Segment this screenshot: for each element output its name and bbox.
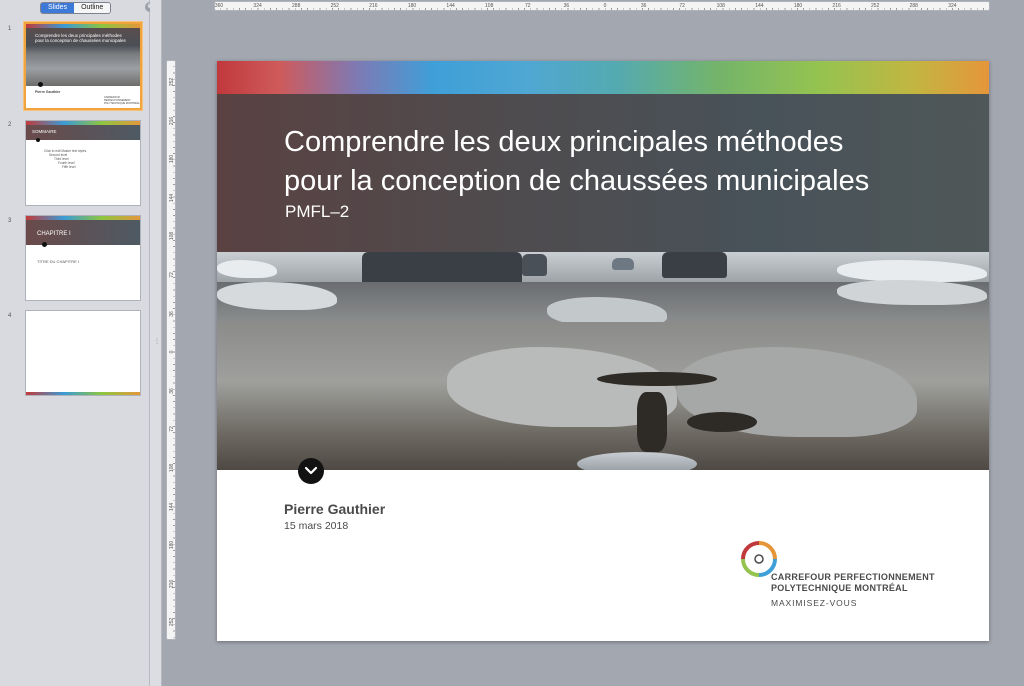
thumbnail-number: 2 (8, 122, 12, 128)
ruler-label: 108 (169, 463, 175, 473)
ruler-label: 36 (563, 3, 570, 9)
presentation-date[interactable]: 15 mars 2018 (284, 520, 348, 532)
ruler-label: 252 (169, 618, 175, 627)
ruler-label: 144 (755, 3, 764, 9)
org-name-line2: POLYTECHNIQUE MONTRÉAL (771, 583, 908, 593)
ruler-label: 216 (169, 116, 175, 125)
ruler-label: 288 (909, 3, 918, 9)
thumbnail-author: Pierre Gauthier (35, 90, 61, 94)
vertical-ruler: 252 216 180 144 108 72 36 0 36 72 108 144 180 216 252 (166, 60, 176, 640)
horizontal-ruler: 360 324 288 252 216 180 144 108 72 36 0 36 72 108 144 1… (214, 1, 990, 11)
thumbnail-band-label: SOMMAIRE (32, 129, 57, 134)
ruler-label: 108 (169, 232, 175, 241)
ruler-label: 324 (948, 3, 957, 9)
ruler-label: 36 (640, 3, 647, 9)
ruler-label: 72 (169, 272, 175, 278)
ruler-label: 252 (871, 3, 880, 9)
slide-thumbnail-4[interactable] (25, 310, 141, 396)
author-name[interactable]: Pierre Gauthier (284, 501, 385, 517)
ruler-label: 72 (525, 3, 531, 9)
ruler-label: 36 (169, 310, 175, 317)
ruler-label: 144 (169, 502, 175, 511)
ruler-label: 180 (169, 541, 175, 550)
slide-thumbnail-pane: Slides Outline 1 Comprendre les deux pri… (0, 0, 150, 686)
ruler-label: 180 (407, 3, 417, 9)
ruler-label: 324 (253, 3, 262, 9)
pane-splitter[interactable]: ⋮ (150, 0, 162, 686)
ruler-label: 216 (369, 3, 378, 9)
tab-slides[interactable]: Slides (41, 3, 75, 13)
thumbnail-band-label: CHAPITRE I (37, 231, 71, 237)
org-name-line1: CARREFOUR PERFECTIONNEMENT (771, 572, 935, 582)
ruler-label: 108 (485, 3, 494, 9)
ruler-label: 288 (292, 3, 301, 9)
slide-canvas[interactable]: Comprendre les deux principales méthodes… (217, 61, 989, 641)
ruler-label: 252 (330, 3, 339, 9)
thumbnail-logo-line2: POLYTECHNIQUE MONTRÉAL (104, 102, 140, 105)
ruler-label: 360 (214, 3, 224, 9)
ruler-label: 36 (169, 388, 175, 394)
slide-title-line2: pour la conception de chaussées municipa… (284, 165, 870, 197)
thumbnail-number: 3 (8, 218, 12, 224)
thumbnail-scroll-dot (42, 242, 47, 247)
ruler-label: 144 (446, 3, 455, 9)
scroll-down-button[interactable] (298, 458, 324, 484)
ruler-label: 108 (716, 3, 725, 9)
ruler-label: 72 (679, 3, 685, 9)
thumbnail-scroll-dot (36, 138, 40, 142)
ruler-label: 216 (832, 3, 841, 9)
org-tagline: MAXIMISEZ-VOUS (771, 598, 858, 608)
ruler-label: 0 (603, 3, 607, 9)
ruler-label: 216 (169, 579, 175, 588)
ruler-label: 180 (169, 155, 175, 164)
slide-title[interactable]: Comprendre les deux principales méthodes… (284, 123, 964, 201)
ruler-label: 180 (793, 3, 803, 9)
thumbnail-scroll-dot (38, 82, 43, 87)
thumbnail-subtitle: TITRE DU CHAPITRE I (37, 259, 80, 264)
pothole-street-photo[interactable] (217, 252, 989, 470)
slide-thumbnail-1[interactable]: Comprendre les deux principales méthodes… (24, 22, 142, 110)
slide-title-line1: Comprendre les deux principales méthodes (284, 126, 844, 158)
thumbnail-body-text: Click to edit Master text styles Second … (44, 149, 86, 169)
thumbnail-body-line: Fifth level (62, 165, 76, 169)
slide-thumbnail-2[interactable]: SOMMAIRE Click to edit Master text style… (25, 120, 141, 206)
thumbnail-title: Comprendre les deux principales méthodes… (35, 33, 126, 43)
ruler-label: 72 (169, 426, 175, 433)
thumbnail-number: 4 (8, 313, 12, 319)
color-bar (217, 61, 989, 94)
chevron-down-icon (304, 466, 318, 475)
thumbnail-footer-bar (26, 392, 140, 395)
tab-outline[interactable]: Outline (74, 3, 111, 13)
view-switcher: Slides Outline (40, 2, 112, 14)
slide-subtitle[interactable]: PMFL–2 (285, 202, 349, 222)
ruler-label: 252 (169, 77, 175, 87)
ruler-label: 0 (169, 350, 175, 354)
splitter-grip-icon: ⋮ (154, 339, 160, 345)
thumbnail-logo-text: CARREFOUR PERFECTIONNEMENT POLYTECHNIQUE… (104, 96, 140, 105)
slide-thumbnail-3[interactable]: CHAPITRE I TITRE DU CHAPITRE I (25, 215, 141, 301)
thumbnail-number: 1 (8, 26, 12, 32)
ruler-label: 144 (169, 193, 175, 202)
